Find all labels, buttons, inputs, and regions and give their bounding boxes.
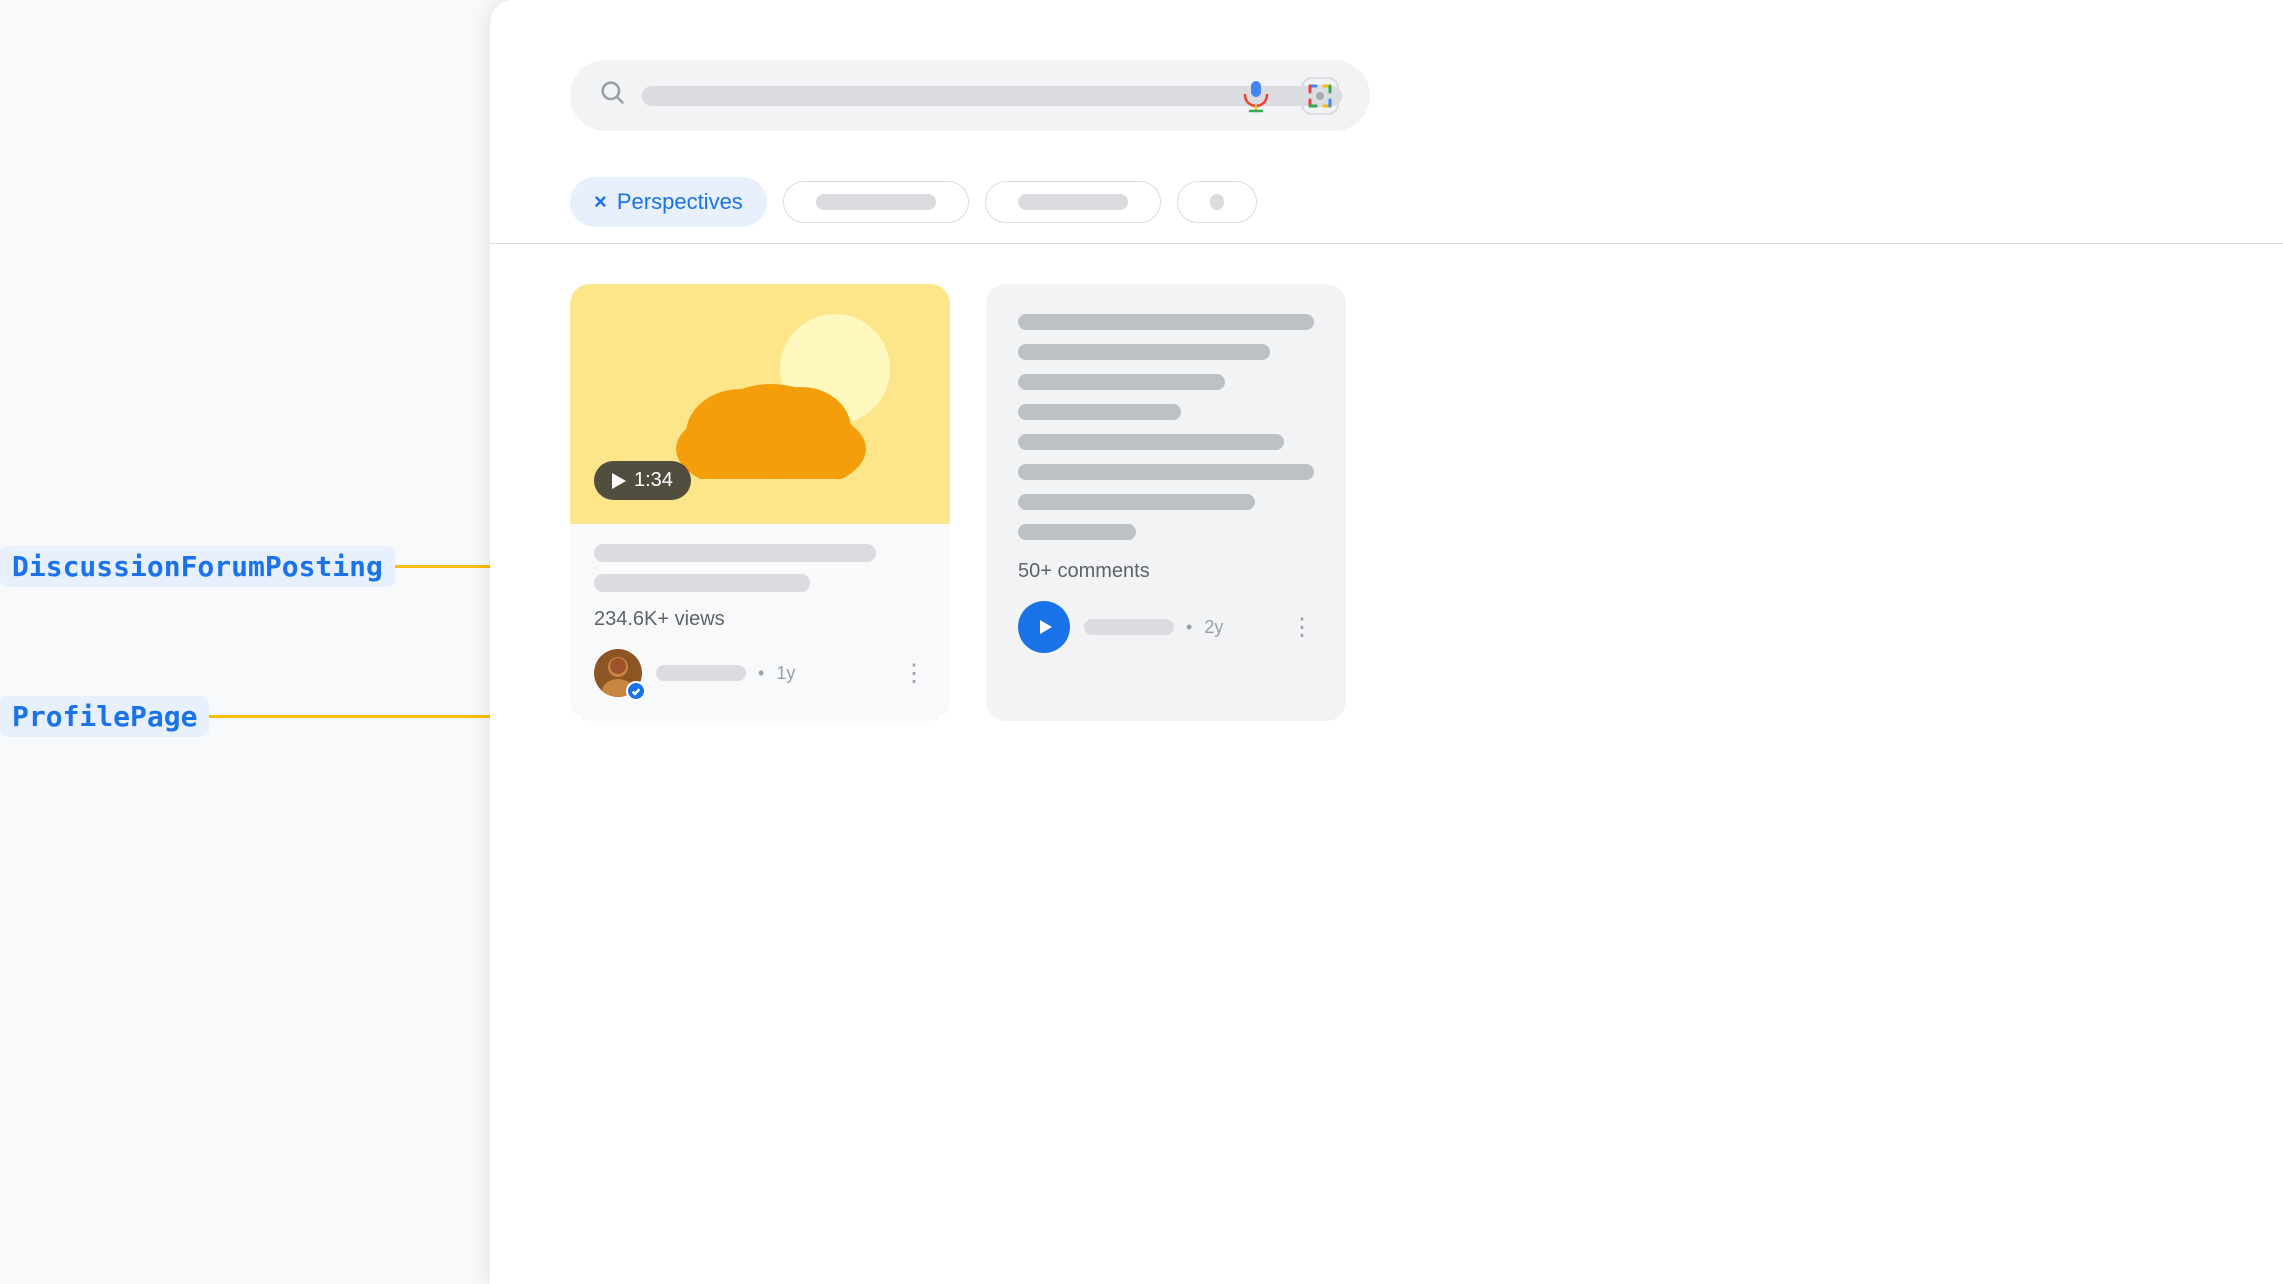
chip-perspectives-label: Perspectives bbox=[617, 189, 743, 215]
article-line-8 bbox=[1018, 524, 1136, 540]
article-line-2 bbox=[1018, 344, 1270, 360]
video-time-ago-value: 1y bbox=[776, 663, 795, 684]
main-container: × Perspectives bbox=[490, 0, 2283, 1284]
chip-filter-2-label bbox=[1018, 194, 1128, 210]
video-duration: 1:34 bbox=[634, 469, 673, 492]
video-title-line-1 bbox=[594, 544, 876, 562]
chip-filter-3-label bbox=[1210, 194, 1224, 210]
annotation-label-1: DiscussionForumPosting bbox=[0, 546, 395, 587]
video-views: 234.6K+ views bbox=[594, 608, 926, 631]
filter-section: × Perspectives bbox=[490, 161, 2283, 244]
video-duration-badge: 1:34 bbox=[594, 461, 691, 500]
chip-filter-3[interactable] bbox=[1177, 181, 1257, 223]
play-icon bbox=[612, 473, 626, 489]
chip-perspectives[interactable]: × Perspectives bbox=[570, 177, 767, 227]
video-card: 1:34 234.6K+ views bbox=[570, 284, 950, 721]
article-line-3 bbox=[1018, 374, 1225, 390]
article-comments: 50+ comments bbox=[1018, 560, 1314, 583]
video-card-body: 234.6K+ views bbox=[570, 524, 950, 721]
microphone-icon[interactable] bbox=[1234, 74, 1278, 118]
lens-icon[interactable] bbox=[1298, 74, 1342, 118]
search-icon bbox=[598, 78, 626, 113]
chip-filter-1[interactable] bbox=[783, 181, 969, 223]
search-icons-right bbox=[1234, 74, 1342, 118]
content-area: 1:34 234.6K+ views bbox=[490, 244, 2283, 761]
video-time-ago: • bbox=[758, 663, 764, 684]
video-thumbnail[interactable]: 1:34 bbox=[570, 284, 950, 524]
verified-badge bbox=[626, 681, 646, 701]
chip-filter-2[interactable] bbox=[985, 181, 1161, 223]
video-card-footer: • 1y ⋮ bbox=[594, 649, 926, 697]
article-time-ago: • bbox=[1186, 617, 1192, 638]
article-line-7 bbox=[1018, 494, 1255, 510]
article-line-4 bbox=[1018, 404, 1181, 420]
article-line-5 bbox=[1018, 434, 1284, 450]
search-bar[interactable] bbox=[570, 60, 1370, 131]
article-line-6 bbox=[1018, 464, 1314, 480]
video-title-line-2 bbox=[594, 574, 810, 592]
search-section bbox=[490, 0, 2283, 161]
channel-name bbox=[656, 665, 746, 681]
article-source-name bbox=[1084, 619, 1174, 635]
channel-avatar-wrap bbox=[594, 649, 642, 697]
cloud-graphic bbox=[661, 359, 881, 484]
article-footer: • 2y ⋮ bbox=[1018, 601, 1314, 653]
chip-filter-1-label bbox=[816, 194, 936, 210]
article-time-ago-value: 2y bbox=[1204, 617, 1223, 638]
article-card: 50+ comments • 2y ⋮ bbox=[986, 284, 1346, 721]
annotation-label-2: ProfilePage bbox=[0, 696, 209, 737]
article-line-1 bbox=[1018, 314, 1314, 330]
more-options-button[interactable]: ⋮ bbox=[902, 659, 926, 688]
chip-close-icon[interactable]: × bbox=[594, 189, 607, 215]
source-avatar[interactable] bbox=[1018, 601, 1070, 653]
article-more-options-button[interactable]: ⋮ bbox=[1290, 613, 1314, 642]
